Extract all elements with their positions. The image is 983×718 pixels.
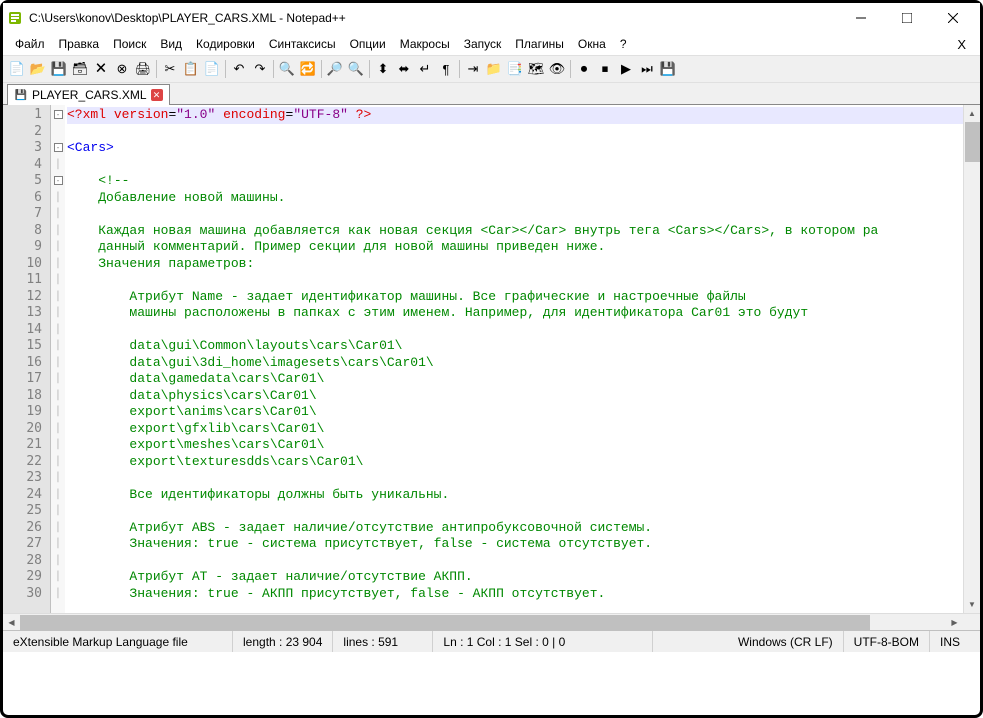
- open-icon[interactable]: 📂: [28, 59, 48, 79]
- scroll-right-icon[interactable]: ▶: [946, 614, 963, 630]
- fold-column: - -│-│││││││││││││││││││││││││: [51, 105, 65, 613]
- toolbar-separator: [156, 60, 157, 78]
- toolbar-separator: [273, 60, 274, 78]
- editor: 1234567891011121314151617181920212223242…: [3, 105, 980, 613]
- tab-label: PLAYER_CARS.XML: [32, 88, 147, 102]
- menu-file[interactable]: Файл: [9, 35, 51, 53]
- record-icon[interactable]: ⏺: [574, 59, 594, 79]
- scroll-down-icon[interactable]: ▼: [964, 596, 980, 613]
- menubar: Файл Правка Поиск Вид Кодировки Синтакси…: [3, 33, 980, 55]
- horizontal-scrollbar[interactable]: ◀ ▶: [3, 613, 980, 630]
- menu-run[interactable]: Запуск: [458, 35, 508, 53]
- toolbar-separator: [369, 60, 370, 78]
- menu-plugins[interactable]: Плагины: [509, 35, 570, 53]
- scroll-up-icon[interactable]: ▲: [964, 105, 980, 122]
- menu-help[interactable]: ?: [614, 35, 633, 53]
- status-spacer: [653, 631, 728, 652]
- find-icon[interactable]: 🔍: [277, 59, 297, 79]
- minimize-button[interactable]: [838, 4, 884, 32]
- docmap-icon[interactable]: 🗺: [526, 59, 546, 79]
- save-icon[interactable]: 💾: [49, 59, 69, 79]
- menu-edit[interactable]: Правка: [53, 35, 106, 53]
- status-eol: Windows (CR LF): [728, 631, 844, 652]
- maximize-button[interactable]: [884, 4, 930, 32]
- allchars-icon[interactable]: ¶: [436, 59, 456, 79]
- app-icon: [7, 10, 23, 26]
- new-icon[interactable]: 📄: [7, 59, 27, 79]
- code-area[interactable]: <?xml version="1.0" encoding="UTF-8" ?> …: [65, 105, 980, 613]
- titlebar: C:\Users\konov\Desktop\PLAYER_CARS.XML -…: [3, 3, 980, 33]
- stop-icon[interactable]: ⏹: [595, 59, 615, 79]
- funclist-icon[interactable]: 📑: [505, 59, 525, 79]
- zoomin-icon[interactable]: 🔎: [325, 59, 345, 79]
- status-filetype: eXtensible Markup Language file: [3, 631, 233, 652]
- mdi-close-button[interactable]: X: [949, 35, 974, 54]
- folder-icon[interactable]: 📁: [484, 59, 504, 79]
- status-encoding: UTF-8-BOM: [844, 631, 930, 652]
- menu-view[interactable]: Вид: [154, 35, 188, 53]
- menu-encoding[interactable]: Кодировки: [190, 35, 261, 53]
- undo-icon[interactable]: ↶: [229, 59, 249, 79]
- status-mode: INS: [930, 631, 980, 652]
- line-number-gutter: 1234567891011121314151617181920212223242…: [3, 105, 51, 613]
- status-lines: lines : 591: [333, 631, 433, 652]
- close-button[interactable]: [930, 4, 976, 32]
- statusbar: eXtensible Markup Language file length :…: [3, 630, 980, 652]
- sync-h-icon[interactable]: ⬌: [394, 59, 414, 79]
- scroll-corner: [963, 614, 980, 630]
- menu-search[interactable]: Поиск: [107, 35, 152, 53]
- menu-window[interactable]: Окна: [572, 35, 612, 53]
- hscroll-track[interactable]: [20, 614, 946, 630]
- cut-icon[interactable]: ✂: [160, 59, 180, 79]
- scroll-left-icon[interactable]: ◀: [3, 614, 20, 630]
- status-length: length : 23 904: [233, 631, 333, 652]
- sync-v-icon[interactable]: ⬍: [373, 59, 393, 79]
- toolbar-separator: [570, 60, 571, 78]
- toolbar-separator: [225, 60, 226, 78]
- play-icon[interactable]: ▶: [616, 59, 636, 79]
- window-controls: [838, 4, 976, 32]
- paste-icon[interactable]: 📄: [202, 59, 222, 79]
- close-file-icon[interactable]: 🗙: [91, 59, 111, 79]
- vertical-scrollbar[interactable]: ▲ ▼: [963, 105, 980, 613]
- monitor-icon[interactable]: 👁: [547, 59, 567, 79]
- replace-icon[interactable]: 🔁: [298, 59, 318, 79]
- closeall-icon[interactable]: ⊗: [112, 59, 132, 79]
- toolbar-separator: [459, 60, 460, 78]
- indent-icon[interactable]: ⇥: [463, 59, 483, 79]
- savemacro-icon[interactable]: 💾: [658, 59, 678, 79]
- tab-player-cars[interactable]: 💾 PLAYER_CARS.XML ✕: [7, 84, 170, 105]
- menu-macro[interactable]: Макросы: [394, 35, 456, 53]
- fold-toggle-icon[interactable]: -: [54, 176, 63, 185]
- zoomout-icon[interactable]: 🔍: [346, 59, 366, 79]
- redo-icon[interactable]: ↷: [250, 59, 270, 79]
- tab-close-icon[interactable]: ✕: [151, 89, 163, 101]
- hscroll-thumb[interactable]: [20, 615, 870, 630]
- menu-language[interactable]: Синтаксисы: [263, 35, 342, 53]
- status-position: Ln : 1 Col : 1 Sel : 0 | 0: [433, 631, 653, 652]
- window-title: C:\Users\konov\Desktop\PLAYER_CARS.XML -…: [29, 11, 838, 25]
- fold-toggle-icon[interactable]: -: [54, 143, 63, 152]
- vscroll-thumb[interactable]: [965, 122, 980, 162]
- toolbar: 📄 📂 💾 🗃 🗙 ⊗ 🖨 ✂ 📋 📄 ↶ ↷ 🔍 🔁 🔎 🔍 ⬍ ⬌ ↵ ¶ …: [3, 55, 980, 83]
- print-icon[interactable]: 🖨: [133, 59, 153, 79]
- toolbar-separator: [321, 60, 322, 78]
- tab-bar: 💾 PLAYER_CARS.XML ✕: [3, 83, 980, 105]
- menu-settings[interactable]: Опции: [344, 35, 392, 53]
- fold-toggle-icon[interactable]: -: [54, 110, 63, 119]
- wordwrap-icon[interactable]: ↵: [415, 59, 435, 79]
- file-saved-icon: 💾: [14, 88, 28, 102]
- copy-icon[interactable]: 📋: [181, 59, 201, 79]
- saveall-icon[interactable]: 🗃: [70, 59, 90, 79]
- playmulti-icon[interactable]: ⏭: [637, 59, 657, 79]
